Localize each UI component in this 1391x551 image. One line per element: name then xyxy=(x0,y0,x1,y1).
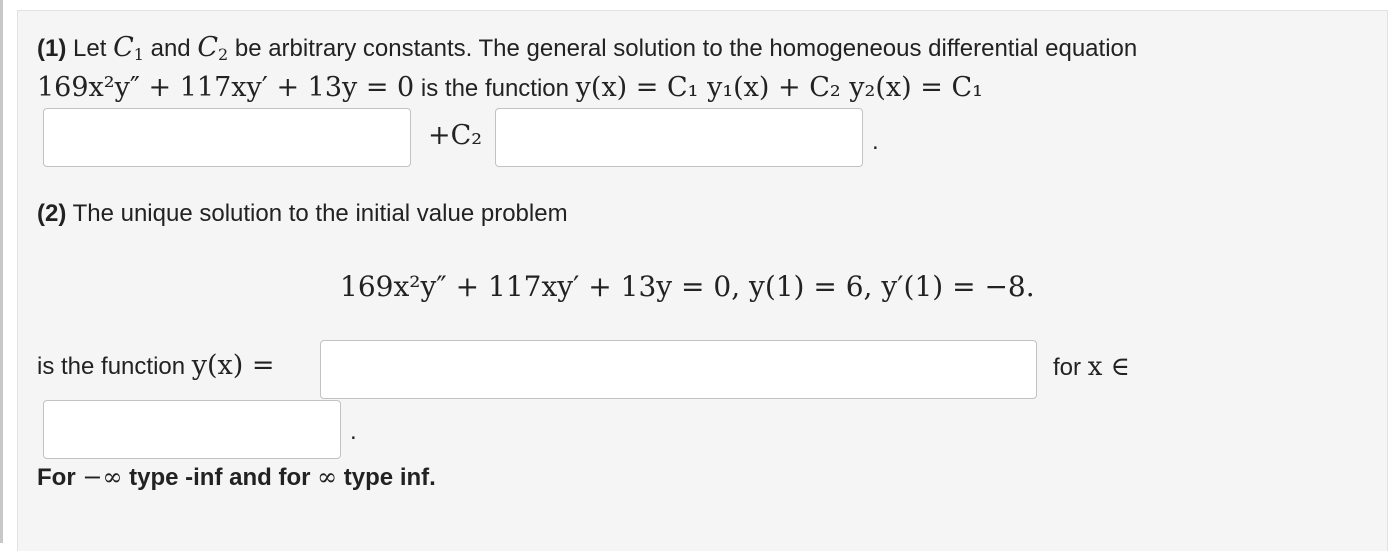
page: (1) Let C1 and C2 be arbitrary constants… xyxy=(0,0,1391,551)
y1-answer-input[interactable] xyxy=(43,108,411,167)
x-in-symbol: x ∈ xyxy=(1087,352,1130,382)
c1-symbol: C1 xyxy=(113,32,144,64)
part1-intro: Let xyxy=(73,35,107,62)
ode-equation: 169x²y″ + 117xy′ + 13y = 0 xyxy=(37,72,415,103)
general-solution-expression: y(x) = C₁ y₁(x) + C₂ y₂(x) = C₁ xyxy=(575,72,983,103)
part2-is-function: is the function xyxy=(37,353,186,380)
part2-period: . xyxy=(350,418,357,445)
c2-symbol: C2 xyxy=(197,32,229,64)
solution-answer-input[interactable] xyxy=(320,340,1037,399)
part1-rest: be arbitrary constants. The general solu… xyxy=(234,35,1138,62)
part2-line2: is the function y(x) = xyxy=(37,350,275,381)
part2-text: The unique solution to the initial value… xyxy=(72,200,568,227)
neg-infinity-symbol: −∞ xyxy=(82,463,123,491)
left-border xyxy=(0,0,3,543)
interval-answer-input[interactable] xyxy=(43,400,341,459)
part1-and: and xyxy=(150,35,191,62)
hint-type-neg: type -inf and for xyxy=(129,464,311,491)
y-of-x-equals: y(x) = xyxy=(191,350,275,381)
y2-answer-input[interactable] xyxy=(495,108,863,167)
part2-label: (2) xyxy=(37,200,67,227)
for-x-in-label: for x ∈ xyxy=(1053,352,1130,382)
for-text: for xyxy=(1053,354,1082,381)
ivp-equation: 169x²y″ + 117xy′ + 13y = 0, y(1) = 6, y′… xyxy=(340,270,1035,303)
infinity-symbol: ∞ xyxy=(317,463,338,491)
part1-period: . xyxy=(872,128,879,155)
part2-line1: (2) The unique solution to the initial v… xyxy=(37,200,568,228)
hint-type-pos: type inf. xyxy=(343,464,436,491)
infinity-hint: For −∞ type -inf and for ∞ type inf. xyxy=(37,463,436,492)
part1-label: (1) xyxy=(37,35,67,62)
part1-is-function: is the function xyxy=(420,75,569,102)
hint-for: For xyxy=(37,464,76,491)
plus-c2-label: +C₂ xyxy=(428,120,483,151)
part1-line1: (1) Let C1 and C2 be arbitrary constants… xyxy=(37,32,1137,64)
part1-line2: 169x²y″ + 117xy′ + 13y = 0 is the functi… xyxy=(37,72,983,103)
